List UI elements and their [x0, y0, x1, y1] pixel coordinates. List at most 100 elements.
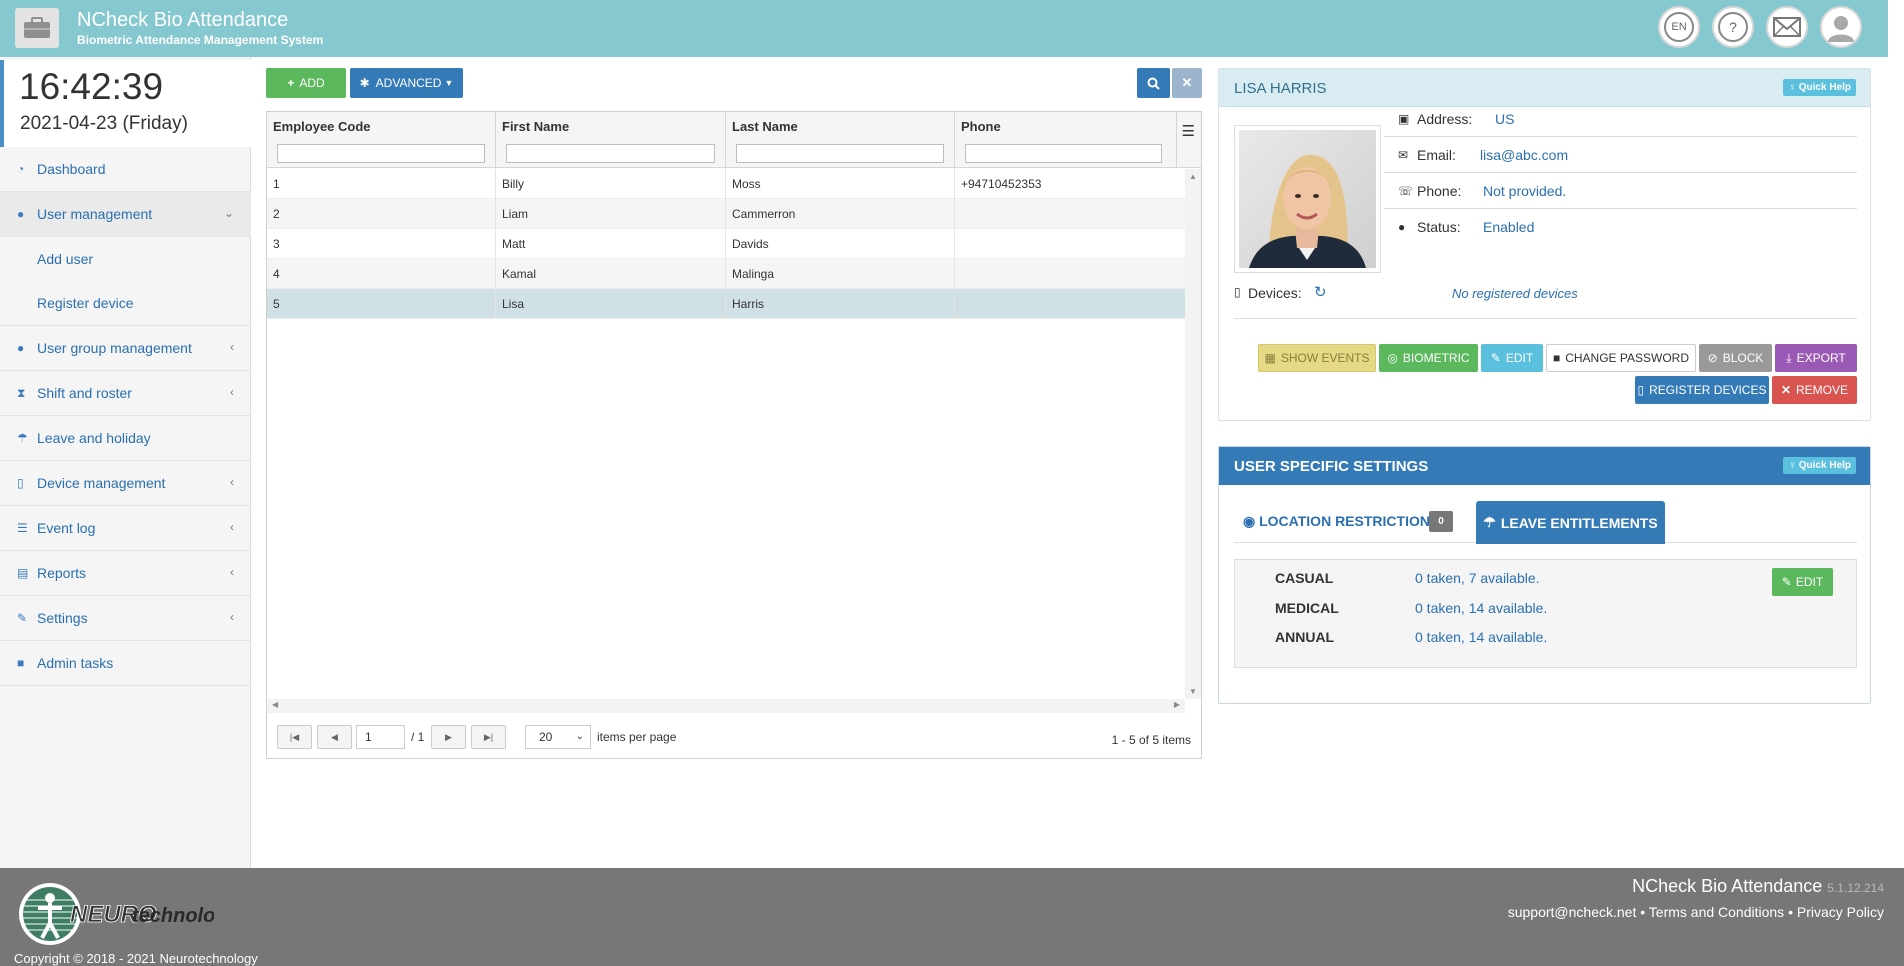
table-row[interactable]: 4 Kamal Malinga	[267, 259, 1185, 289]
refresh-icon[interactable]: ↻	[1314, 283, 1327, 301]
sidebar-item-label: Settings	[37, 610, 88, 626]
biometric-icon: ◎	[1387, 351, 1398, 365]
filter-employee-code-input[interactable]	[277, 144, 485, 163]
envelope-icon: ✉	[1398, 148, 1409, 162]
next-page-button[interactable]: ▶	[431, 725, 466, 749]
prev-page-button[interactable]: ◀	[317, 725, 352, 749]
grid-body: 1 Billy Moss +94710452353 2 Liam Cammerr…	[267, 169, 1185, 319]
sidebar-subitem-register-device[interactable]: Register device	[0, 281, 251, 325]
quick-help-button[interactable]: ♀ Quick Help	[1783, 79, 1856, 96]
sidebar-item-label: Reports	[37, 565, 87, 581]
remove-button[interactable]: ✕ REMOVE	[1772, 376, 1857, 404]
search-icon	[1147, 77, 1160, 90]
scroll-right-icon[interactable]: ▶	[1174, 700, 1180, 709]
calendar-icon: ▦	[1264, 351, 1276, 365]
block-label: BLOCK	[1722, 351, 1764, 365]
page-number-input[interactable]: 1	[356, 725, 405, 749]
first-page-button[interactable]: |◀	[277, 725, 312, 749]
sidebar-item-settings[interactable]: ✎ Settings ‹	[0, 596, 251, 641]
dashboard-icon: ◔	[17, 162, 25, 176]
clock-panel: 16:42:39 2021-04-23 (Friday)	[0, 60, 251, 147]
footer-version: 5.1.12.214	[1827, 881, 1884, 895]
quick-help-button[interactable]: ♀ Quick Help	[1783, 457, 1856, 474]
advanced-button[interactable]: ✱ ADVANCED ▼	[350, 68, 463, 98]
chevron-down-icon: ⌄	[223, 206, 234, 220]
entitlement-type: MEDICAL	[1275, 600, 1339, 616]
comment-icon: ●	[1398, 220, 1406, 234]
settings-title: USER SPECIFIC SETTINGS	[1234, 458, 1429, 475]
table-row[interactable]: 3 Matt Davids	[267, 229, 1185, 259]
edit-entitlements-button[interactable]: ✎ EDIT	[1772, 568, 1833, 596]
scroll-left-icon[interactable]: ◀	[272, 700, 278, 709]
filter-last-name-input[interactable]	[736, 144, 944, 163]
register-devices-button[interactable]: ▯ REGISTER DEVICES	[1635, 376, 1769, 404]
profile-name: LISA HARRIS	[1234, 80, 1327, 97]
table-row[interactable]: 1 Billy Moss +94710452353	[267, 169, 1185, 199]
sidebar-item-user-management[interactable]: ● User management ⌄	[0, 192, 251, 237]
sidebar-item-user-group-management[interactable]: ● User group management ‹	[0, 326, 251, 371]
mobile-icon: ▯	[1637, 383, 1645, 397]
footer-links[interactable]: support@ncheck.net • Terms and Condition…	[1508, 904, 1884, 920]
sidebar-item-event-log[interactable]: ☰ Event log ‹	[0, 506, 251, 551]
tab-leave-entitlements[interactable]: ☂ LEAVE ENTITLEMENTS	[1476, 501, 1665, 544]
lock-icon: ■	[1552, 351, 1561, 365]
help-button[interactable]: ?	[1712, 6, 1754, 48]
phone-icon: ☏	[1398, 184, 1414, 198]
column-last-name[interactable]: Last Name	[726, 112, 955, 168]
list-icon: ☰	[17, 521, 28, 535]
filter-first-name-input[interactable]	[506, 144, 715, 163]
phone-row: ☏ Phone: Not provided.	[1384, 173, 1857, 209]
pager: |◀ ◀ 1 / 1 ▶ ▶| 20 ⌄ items per page 1 - …	[267, 715, 1201, 757]
language-button[interactable]: EN	[1658, 6, 1700, 48]
phone-value: Not provided.	[1483, 183, 1567, 199]
page-size-value: 20	[539, 730, 553, 744]
cell-employee-code: 5	[267, 289, 496, 319]
sidebar-item-device-management[interactable]: ▯ Device management ‹	[0, 461, 251, 506]
sidebar-item-admin-tasks[interactable]: ■ Admin tasks	[0, 641, 251, 686]
settings-panel-header: USER SPECIFIC SETTINGS ♀ Quick Help	[1219, 447, 1870, 485]
biometric-button[interactable]: ◎ BIOMETRIC	[1379, 344, 1478, 372]
sidebar-item-reports[interactable]: ▤ Reports ‹	[0, 551, 251, 596]
briefcase-icon[interactable]	[15, 8, 59, 48]
sidebar-subitem-add-user[interactable]: Add user	[0, 237, 251, 281]
location-count-badge: 0	[1429, 511, 1453, 532]
change-password-button[interactable]: ■ CHANGE PASSWORD	[1546, 344, 1696, 372]
sidebar-item-leave-and-holiday[interactable]: ☂ Leave and holiday	[0, 416, 251, 461]
show-events-button[interactable]: ▦ SHOW EVENTS	[1258, 344, 1376, 372]
add-button[interactable]: + ADD	[266, 68, 346, 98]
horizontal-scrollbar[interactable]: ◀ ▶	[267, 699, 1185, 713]
sidebar-item-dashboard[interactable]: ◔ Dashboard	[0, 147, 251, 192]
umbrella-icon: ☂	[1483, 514, 1496, 530]
user-avatar-button[interactable]	[1820, 6, 1862, 48]
messages-button[interactable]	[1766, 6, 1808, 48]
grid-header: Employee Code First Name Last Name Phone…	[267, 112, 1201, 168]
cell-last-name: Harris	[726, 289, 955, 319]
column-phone[interactable]: Phone	[955, 112, 1177, 168]
page-size-select[interactable]: 20 ⌄	[525, 725, 591, 749]
table-row[interactable]: 2 Liam Cammerron	[267, 199, 1185, 229]
column-menu-icon[interactable]: ☰	[1182, 122, 1195, 140]
export-button[interactable]: ⤓ EXPORT	[1775, 344, 1857, 372]
lightbulb-icon: ♀	[1788, 460, 1796, 471]
table-row-selected[interactable]: 5 Lisa Harris	[267, 289, 1185, 319]
sidebar-item-shift-and-roster[interactable]: ⧗ Shift and roster ‹	[0, 371, 251, 416]
scroll-up-icon[interactable]: ▲	[1189, 172, 1197, 181]
edit-profile-button[interactable]: ✎ EDIT	[1481, 344, 1543, 372]
column-employee-code[interactable]: Employee Code	[267, 112, 496, 168]
plus-icon: +	[287, 76, 295, 90]
search-button[interactable]	[1137, 68, 1170, 98]
filter-phone-input[interactable]	[965, 144, 1162, 163]
last-page-button[interactable]: ▶|	[471, 725, 506, 749]
vertical-scrollbar[interactable]: ▲ ▼	[1185, 169, 1201, 699]
block-button[interactable]: ⊘ BLOCK	[1699, 344, 1772, 372]
column-first-name[interactable]: First Name	[496, 112, 726, 168]
column-title: First Name	[502, 119, 570, 134]
mobile-icon: ▯	[17, 476, 24, 490]
scroll-down-icon[interactable]: ▼	[1189, 687, 1197, 696]
envelope-icon	[1773, 17, 1801, 37]
clear-filter-button[interactable]: ✕	[1172, 68, 1202, 98]
pencil-icon: ✎	[1781, 575, 1792, 589]
cell-last-name: Malinga	[726, 259, 955, 289]
tab-location-restrictions[interactable]: ◉ LOCATION RESTRICTIONS	[1243, 513, 1439, 530]
email-value[interactable]: lisa@abc.com	[1480, 147, 1568, 163]
